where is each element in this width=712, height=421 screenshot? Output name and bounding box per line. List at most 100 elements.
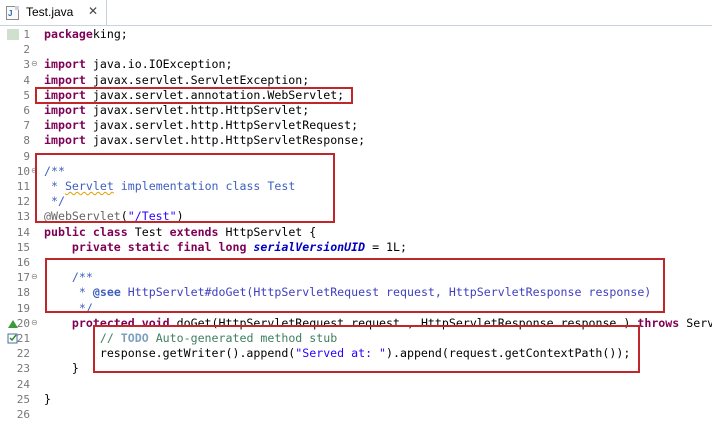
code-token: // <box>99 331 121 345</box>
code-text: /** <box>44 270 93 285</box>
code-token: javax.servlet.http.HttpServlet; <box>85 103 310 117</box>
code-line[interactable]: 10 ⊖ /** <box>0 164 712 179</box>
code-line[interactable]: 8 import javax.servlet.http.HttpServletRe… <box>0 133 712 148</box>
line-number: 15 <box>16 240 30 254</box>
code-text: import javax.servlet.http.HttpServletReq… <box>44 118 358 133</box>
code-token: ( <box>120 209 128 224</box>
line-number: 11 <box>16 180 30 193</box>
code-token: Servlet <box>64 179 114 193</box>
code-line[interactable]: 2 <box>0 42 712 57</box>
code-text: import javax.servlet.annotation.WebServl… <box>44 88 344 103</box>
code-line[interactable]: 11 * Servlet implementation class Test <box>0 179 712 194</box>
code-text: packageking; <box>44 27 128 42</box>
code-token: javax.servlet.http.HttpServletRequest; <box>85 118 359 133</box>
line-number: 24 <box>16 377 30 391</box>
code-line[interactable]: 25} <box>0 392 712 407</box>
line-number: 13 <box>16 210 30 224</box>
code-line[interactable]: 17 ⊖ /** <box>0 270 712 285</box>
fold-toggle-icon[interactable]: ⊖ <box>31 166 39 175</box>
line-number: 16 <box>16 256 30 269</box>
code-token: Test <box>127 224 170 239</box>
tab-label: Test.java <box>26 5 74 19</box>
code-token: /** <box>44 163 65 178</box>
code-line[interactable]: 15 private static final long serialVersi… <box>0 240 712 255</box>
code-token: java.io.IOException; <box>85 57 233 72</box>
code-line[interactable]: 24 <box>0 377 712 392</box>
code-token: response <box>560 315 617 330</box>
code-text: */ <box>44 301 93 316</box>
line-number: 14 <box>16 225 30 239</box>
line-number: 9 <box>23 149 30 163</box>
code-line[interactable]: 13 @WebServlet("/Test") <box>0 209 712 224</box>
code-token: "/Test" <box>127 209 177 224</box>
code-line[interactable]: 3 ⊖ import java.io.IOException; <box>0 57 712 72</box>
code-text: /** <box>44 164 65 179</box>
line-number: 5 <box>23 88 30 102</box>
code-line[interactable]: 16 <box>0 255 712 270</box>
fold-toggle-icon[interactable]: ⊖ <box>31 318 39 327</box>
code-token: ).append(request.getContextPath()); <box>386 346 631 361</box>
override-marker-icon[interactable] <box>7 317 19 329</box>
code-editor[interactable]: 1 packageking; 2 3 ⊖ import java.io.IOExcepti… <box>0 26 712 421</box>
code-line[interactable]: 4 import javax.servlet.ServletException; <box>0 73 712 88</box>
code-token: implementation class Test <box>113 179 296 193</box>
line-number: 12 <box>16 195 30 209</box>
code-token: HttpServlet { <box>218 224 317 239</box>
code-token: javax.servlet.http.HttpServletResponse; <box>85 133 366 148</box>
code-text: } <box>44 361 79 376</box>
task-marker-icon[interactable] <box>7 332 19 344</box>
code-line[interactable]: 1 packageking; <box>0 27 712 42</box>
code-text: private static final long serialVersionU… <box>44 240 407 255</box>
code-text: public class Test extends HttpServlet { <box>44 225 316 240</box>
code-line[interactable]: 5 import javax.servlet.annotation.WebServ… <box>0 88 712 103</box>
code-line[interactable]: 9 <box>0 149 712 164</box>
code-line[interactable]: 19 */ <box>0 301 712 316</box>
code-token: /** <box>71 270 93 285</box>
code-token: */ <box>44 194 65 209</box>
line-number: 8 <box>23 134 30 148</box>
line-number: 7 <box>23 119 30 133</box>
line-number: 22 <box>16 347 30 361</box>
code-token: response.getWriter().append( <box>44 346 296 361</box>
code-token: import <box>44 57 86 72</box>
code-token: ) <box>616 315 638 330</box>
code-line[interactable]: 23 } <box>0 361 712 376</box>
code-token: import <box>44 72 86 87</box>
code-line[interactable]: 22 response.getWriter().append("Served a… <box>0 346 712 361</box>
java-file-icon: J <box>6 6 19 20</box>
line-number: 6 <box>23 104 30 117</box>
code-text: import java.io.IOException; <box>44 57 232 72</box>
code-token: extends <box>169 224 219 239</box>
code-token: @WebServlet <box>44 209 121 224</box>
line-number: 23 <box>16 362 30 376</box>
code-line[interactable]: 21 // TODO Auto-generated method stub <box>0 331 712 346</box>
code-token: */ <box>44 300 93 315</box>
code-line[interactable]: 12 */ <box>0 194 712 209</box>
line-number: 19 <box>16 301 30 315</box>
code-text: */ <box>44 194 65 209</box>
code-token: protected void <box>71 315 170 330</box>
code-token: Auto-generated method stub <box>148 331 338 345</box>
code-token: javax.servlet.ServletException; <box>85 72 310 87</box>
code-token: TODO <box>120 331 149 345</box>
fold-toggle-icon[interactable]: ⊖ <box>31 60 39 68</box>
code-token: throws <box>637 315 680 330</box>
code-token: javax.servlet.annotation.WebServlet; <box>85 87 345 102</box>
code-token: @see <box>92 285 121 300</box>
editor-tab-bar: J Test.java ✕ <box>0 0 712 26</box>
code-line[interactable]: 6 import javax.servlet.http.HttpServlet; <box>0 103 712 118</box>
code-line[interactable]: 18 * @see HttpServlet#doGet(HttpServletR… <box>0 285 712 300</box>
code-line[interactable]: 26 <box>0 407 712 421</box>
code-token: request <box>351 315 401 330</box>
code-token: import <box>44 118 86 133</box>
code-line[interactable]: 20 ⊖ protected void doGet(HttpServletRequ… <box>0 316 712 331</box>
fold-toggle-icon[interactable]: ⊖ <box>31 273 39 281</box>
tab-test-java[interactable]: J Test.java ✕ <box>0 0 107 25</box>
close-icon[interactable]: ✕ <box>88 4 98 18</box>
code-line[interactable]: 14 public class Test extends HttpServlet … <box>0 225 712 240</box>
code-token: , HttpServletResponse <box>400 315 561 330</box>
code-line[interactable]: 7 import javax.servlet.http.HttpServletRe… <box>0 118 712 133</box>
line-number: 3 <box>23 58 30 72</box>
